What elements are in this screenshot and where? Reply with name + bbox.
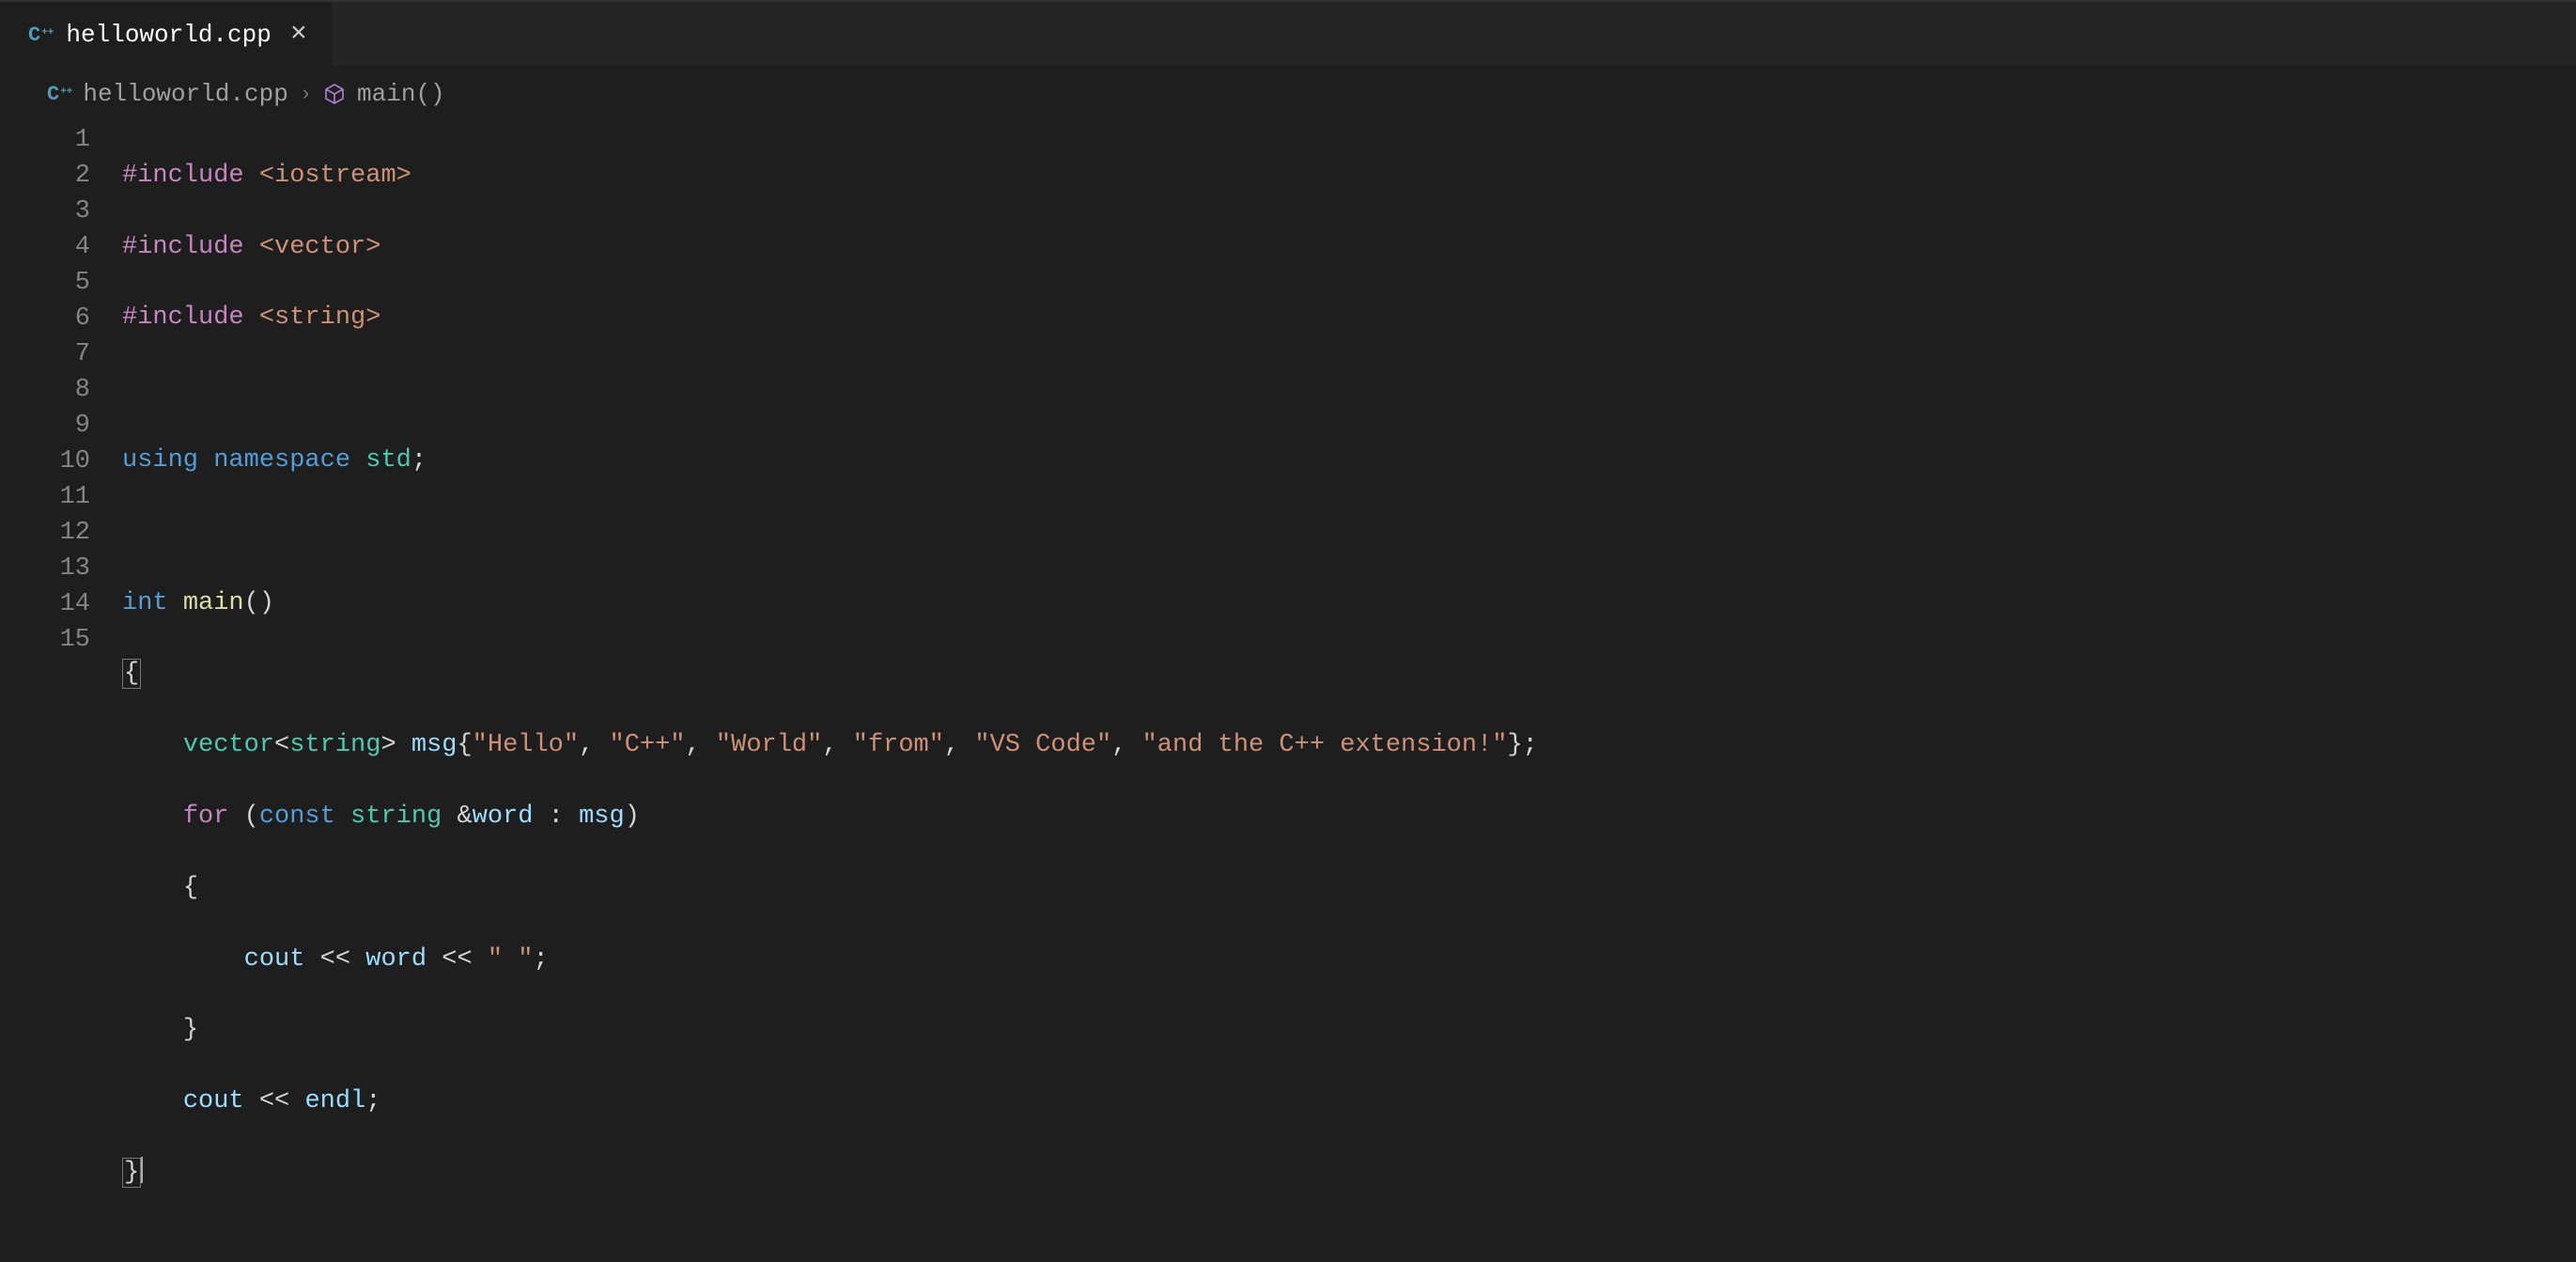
- close-tab-icon[interactable]: ×: [285, 19, 313, 51]
- line-number: 6: [0, 301, 90, 336]
- line-number: 7: [0, 336, 90, 372]
- code-line: int main(): [122, 585, 2576, 621]
- code-line: cout << word << " ";: [122, 942, 2576, 977]
- code-line: using namespace std;: [122, 443, 2576, 478]
- line-number: 2: [0, 158, 90, 194]
- tab-filename: helloworld.cpp: [66, 21, 271, 49]
- code-line: vector<string> msg{"Hello", "C++", "Worl…: [122, 727, 2576, 763]
- line-number: 10: [0, 444, 90, 479]
- breadcrumb-symbol[interactable]: main(): [357, 80, 445, 108]
- symbol-method-icon: [323, 83, 346, 105]
- breadcrumb-file[interactable]: helloworld.cpp: [83, 80, 287, 108]
- code-line: }: [122, 1012, 2576, 1048]
- tab-bar: C helloworld.cpp ×: [0, 0, 2576, 66]
- breadcrumb: C helloworld.cpp › main(): [0, 66, 2576, 122]
- editor-tab[interactable]: C helloworld.cpp ×: [0, 2, 333, 66]
- code-line: {: [122, 656, 2576, 692]
- code-line: #include <vector>: [122, 229, 2576, 265]
- line-number: 15: [0, 622, 90, 658]
- code-line: #include <string>: [122, 300, 2576, 335]
- line-number: 4: [0, 229, 90, 265]
- code-line: {: [122, 870, 2576, 906]
- code-line: for (const string &word : msg): [122, 799, 2576, 834]
- line-number: 1: [0, 122, 90, 158]
- line-number: 9: [0, 408, 90, 444]
- chevron-right-icon: ›: [300, 83, 312, 106]
- line-number: 12: [0, 515, 90, 551]
- code-editor[interactable]: 1 2 3 4 5 6 7 8 9 10 11 12 13 14 15 #inc…: [0, 122, 2576, 1262]
- line-number: 8: [0, 372, 90, 408]
- line-number: 14: [0, 586, 90, 622]
- code-line: [122, 371, 2576, 407]
- line-number: 3: [0, 194, 90, 229]
- cpp-file-icon: C: [28, 23, 53, 47]
- line-number: 5: [0, 265, 90, 301]
- cpp-file-icon: C: [47, 83, 71, 106]
- line-number: 11: [0, 479, 90, 515]
- code-line: cout << endl;: [122, 1083, 2576, 1119]
- line-number: 13: [0, 551, 90, 586]
- line-number-gutter[interactable]: 1 2 3 4 5 6 7 8 9 10 11 12 13 14 15: [0, 122, 122, 1262]
- code-content[interactable]: #include <iostream> #include <vector> #i…: [122, 122, 2576, 1262]
- code-line: #include <iostream>: [122, 158, 2576, 194]
- code-line: [122, 514, 2576, 550]
- text-cursor: [141, 1157, 143, 1183]
